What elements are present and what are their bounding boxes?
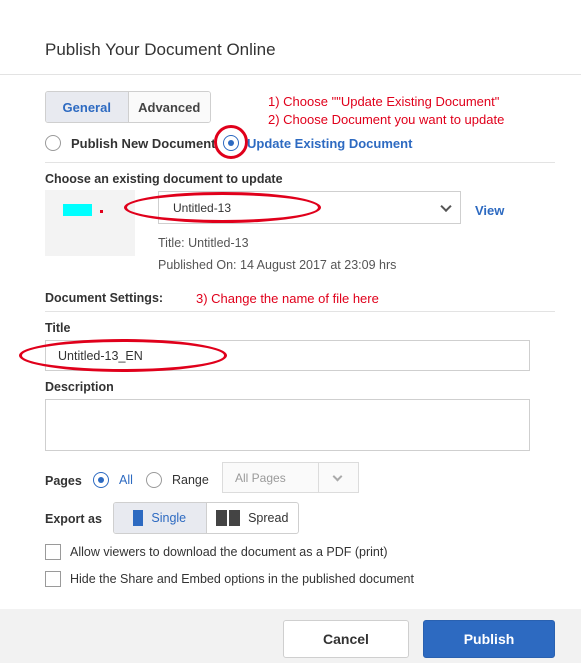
tab-general[interactable]: General: [46, 92, 129, 122]
tab-bar: General Advanced: [45, 91, 211, 123]
annotation-step2: 2) Choose Document you want to update: [268, 112, 505, 127]
title-label: Title: [45, 321, 71, 335]
document-settings-heading: Document Settings:: [45, 291, 164, 305]
thumbnail-dot: [100, 210, 103, 213]
radio-pages-all-circle[interactable]: [93, 472, 109, 488]
description-label: Description: [45, 380, 114, 394]
annotation-oval-title: [19, 339, 227, 372]
view-link[interactable]: View: [475, 203, 504, 218]
radio-pages-all-label[interactable]: All: [119, 473, 133, 487]
radio-publish-new-label[interactable]: Publish New Document: [71, 136, 215, 151]
publish-button[interactable]: Publish: [423, 620, 555, 658]
checkbox-hide-share-label[interactable]: Hide the Share and Embed options in the …: [70, 572, 414, 586]
thumbnail-shape: [63, 204, 92, 216]
radio-update-existing-circle[interactable]: [223, 135, 239, 151]
document-thumbnail: [45, 190, 135, 256]
page-range-select[interactable]: All Pages: [222, 462, 359, 493]
settings-divider: [45, 311, 555, 312]
title-divider: [0, 74, 581, 75]
annotation-step3: 3) Change the name of file here: [196, 291, 379, 306]
radio-pages-range-label[interactable]: Range: [172, 473, 209, 487]
checkbox-hide-share-box[interactable]: [45, 571, 61, 587]
checkbox-allow-pdf-label[interactable]: Allow viewers to download the document a…: [70, 545, 388, 559]
checkbox-allow-pdf-box[interactable]: [45, 544, 61, 560]
existing-doc-title: Title: Untitled-13: [158, 236, 249, 250]
mode-divider: [45, 162, 555, 163]
cancel-button[interactable]: Cancel: [283, 620, 409, 658]
chevron-down-icon: [440, 200, 452, 212]
export-spread-label: Spread: [248, 511, 289, 525]
description-textarea[interactable]: [45, 399, 530, 451]
checkbox-hide-share[interactable]: [45, 571, 61, 590]
radio-pages-range-circle[interactable]: [146, 472, 162, 488]
radio-pages-range[interactable]: [146, 472, 162, 491]
pages-label: Pages: [45, 474, 82, 488]
radio-publish-new[interactable]: [45, 135, 61, 154]
page-range-select-value: All Pages: [235, 470, 286, 485]
radio-update-existing-label[interactable]: Update Existing Document: [247, 136, 412, 151]
spread-pages-icon: [216, 510, 241, 526]
export-toggle: Single Spread: [113, 502, 299, 534]
tab-advanced[interactable]: Advanced: [128, 92, 210, 122]
dialog-title: Publish Your Document Online: [45, 40, 276, 59]
page-range-dropdown[interactable]: [318, 463, 358, 492]
radio-pages-all[interactable]: [93, 472, 109, 491]
annotation-step1: 1) Choose ""Update Existing Document": [268, 94, 500, 109]
single-page-icon: [133, 510, 144, 526]
chevron-down-icon: [332, 471, 343, 482]
export-spread-button[interactable]: Spread: [207, 503, 299, 533]
existing-doc-heading: Choose an existing document to update: [45, 172, 283, 186]
export-single-label: Single: [151, 511, 187, 525]
radio-publish-new-circle[interactable]: [45, 135, 61, 151]
export-single-button[interactable]: Single: [114, 503, 207, 533]
annotation-oval-select: [124, 192, 321, 223]
radio-update-existing[interactable]: [223, 135, 239, 154]
existing-doc-published: Published On: 14 August 2017 at 23:09 hr…: [158, 258, 397, 272]
checkbox-allow-pdf[interactable]: [45, 544, 61, 563]
export-label: Export as: [45, 512, 102, 526]
